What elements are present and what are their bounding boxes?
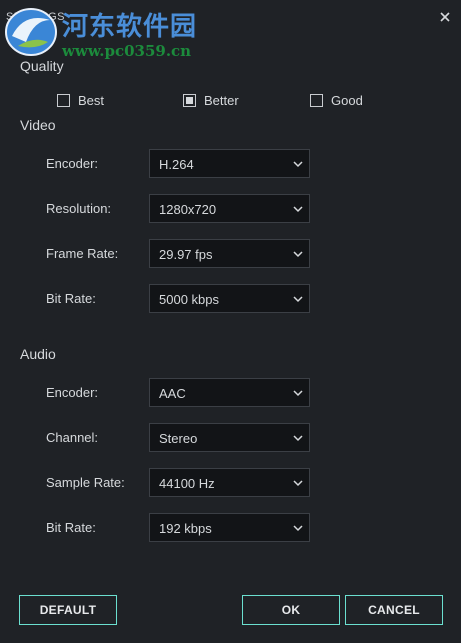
chevron-down-icon [293, 390, 303, 397]
audio-encoder-label: Encoder: [46, 385, 99, 400]
ok-button[interactable]: OK [242, 595, 340, 625]
quality-option-better[interactable]: Better [183, 90, 239, 110]
audio-sample-rate-select[interactable]: 44100 Hz [149, 468, 310, 497]
default-button[interactable]: DEFAULT [19, 595, 117, 625]
cancel-button[interactable]: CANCEL [345, 595, 443, 625]
audio-sample-rate-label: Sample Rate: [46, 475, 125, 490]
chevron-down-icon [293, 161, 303, 168]
quality-option-good[interactable]: Good [310, 90, 363, 110]
title-bar: SETTINGS [0, 0, 461, 36]
audio-channel-select[interactable]: Stereo [149, 423, 310, 452]
chevron-down-icon [293, 435, 303, 442]
quality-heading: Quality [20, 58, 64, 74]
audio-channel-value: Stereo [159, 431, 198, 446]
chevron-down-icon [293, 296, 303, 303]
audio-bit-rate-select[interactable]: 192 kbps [149, 513, 310, 542]
chevron-down-icon [293, 525, 303, 532]
chevron-down-icon [293, 480, 303, 487]
audio-encoder-select[interactable]: AAC [149, 378, 310, 407]
video-resolution-select[interactable]: 1280x720 [149, 194, 310, 223]
video-encoder-select[interactable]: H.264 [149, 149, 310, 178]
close-button[interactable] [436, 8, 454, 26]
video-bit-rate-select[interactable]: 5000 kbps [149, 284, 310, 313]
window-title: SETTINGS [6, 11, 66, 23]
video-frame-rate-value: 29.97 fps [159, 247, 213, 262]
watermark-url: www.pc0359.cn [62, 42, 192, 60]
audio-sample-rate-value: 44100 Hz [159, 476, 215, 491]
chevron-down-icon [293, 206, 303, 213]
video-resolution-value: 1280x720 [159, 202, 217, 217]
video-encoder-label: Encoder: [46, 156, 99, 171]
audio-heading: Audio [20, 346, 56, 362]
audio-bit-rate-value: 192 kbps [159, 521, 212, 536]
quality-option-best[interactable]: Best [57, 90, 104, 110]
chevron-down-icon [293, 251, 303, 258]
better-label: Better [204, 92, 239, 108]
audio-encoder-value: AAC [159, 386, 186, 401]
audio-channel-label: Channel: [46, 430, 99, 445]
video-frame-rate-select[interactable]: 29.97 fps [149, 239, 310, 268]
close-icon [440, 12, 450, 22]
good-label: Good [331, 92, 363, 108]
best-checkbox[interactable] [57, 93, 70, 107]
audio-bit-rate-label: Bit Rate: [46, 520, 96, 535]
best-label: Best [78, 92, 105, 108]
video-encoder-value: H.264 [159, 157, 194, 172]
video-heading: Video [20, 117, 56, 133]
video-bit-rate-value: 5000 kbps [159, 292, 219, 307]
video-bit-rate-label: Bit Rate: [46, 291, 96, 306]
video-frame-rate-label: Frame Rate: [46, 246, 119, 261]
better-checkbox[interactable] [183, 93, 196, 107]
good-checkbox[interactable] [310, 93, 323, 107]
video-resolution-label: Resolution: [46, 201, 112, 216]
